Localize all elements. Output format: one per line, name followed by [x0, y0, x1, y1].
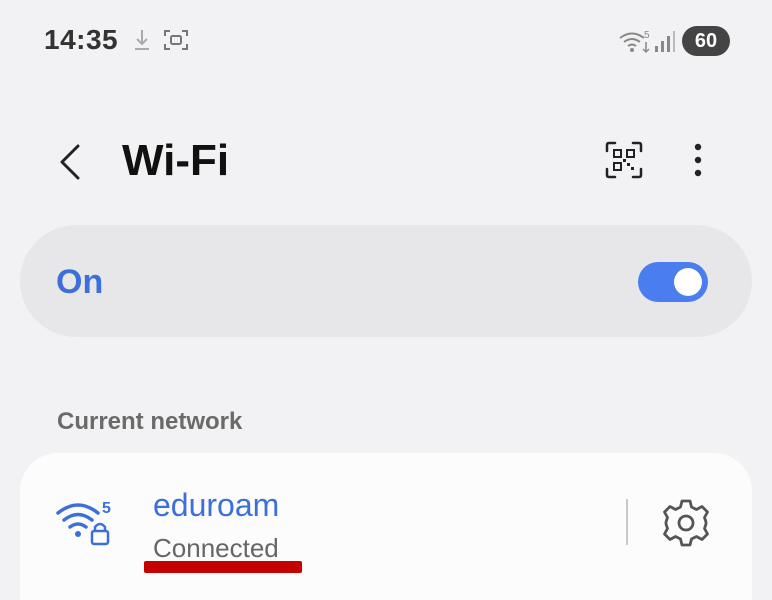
network-name: eduroam — [153, 487, 280, 523]
battery-indicator: 60 — [682, 26, 730, 56]
gear-icon[interactable] — [660, 497, 712, 549]
network-status: Connected — [153, 533, 279, 563]
app-header: Wi-Fi — [0, 120, 772, 200]
wifi-toggle-label: On — [56, 263, 104, 301]
svg-text:5: 5 — [644, 30, 650, 41]
current-network-item[interactable]: 5 eduroam Connected — [20, 453, 752, 600]
screenshot-icon — [164, 30, 188, 50]
back-arrow-icon[interactable] — [52, 142, 92, 182]
wifi-secured-icon: 5 — [56, 500, 111, 546]
page-title: Wi-Fi — [122, 136, 230, 185]
annotation-underline — [144, 561, 302, 573]
wifi-toggle-switch[interactable] — [638, 262, 708, 302]
qr-code-scanner-icon[interactable] — [604, 140, 644, 180]
more-options-icon[interactable] — [684, 140, 712, 180]
download-icon — [135, 30, 149, 50]
wifi-band-label: 5 — [102, 500, 111, 517]
status-time: 14:35 — [44, 24, 119, 55]
wifi-toggle-row[interactable]: On — [20, 225, 752, 337]
battery-level: 60 — [694, 29, 718, 52]
cell-signal-icon — [655, 31, 675, 52]
wifi-signal-icon: 5 — [619, 30, 650, 54]
status-bar: 14:35 5 60 — [0, 0, 772, 84]
current-network-heading: Current network — [57, 408, 243, 435]
toggle-knob — [674, 268, 702, 296]
vertical-divider — [626, 499, 628, 545]
